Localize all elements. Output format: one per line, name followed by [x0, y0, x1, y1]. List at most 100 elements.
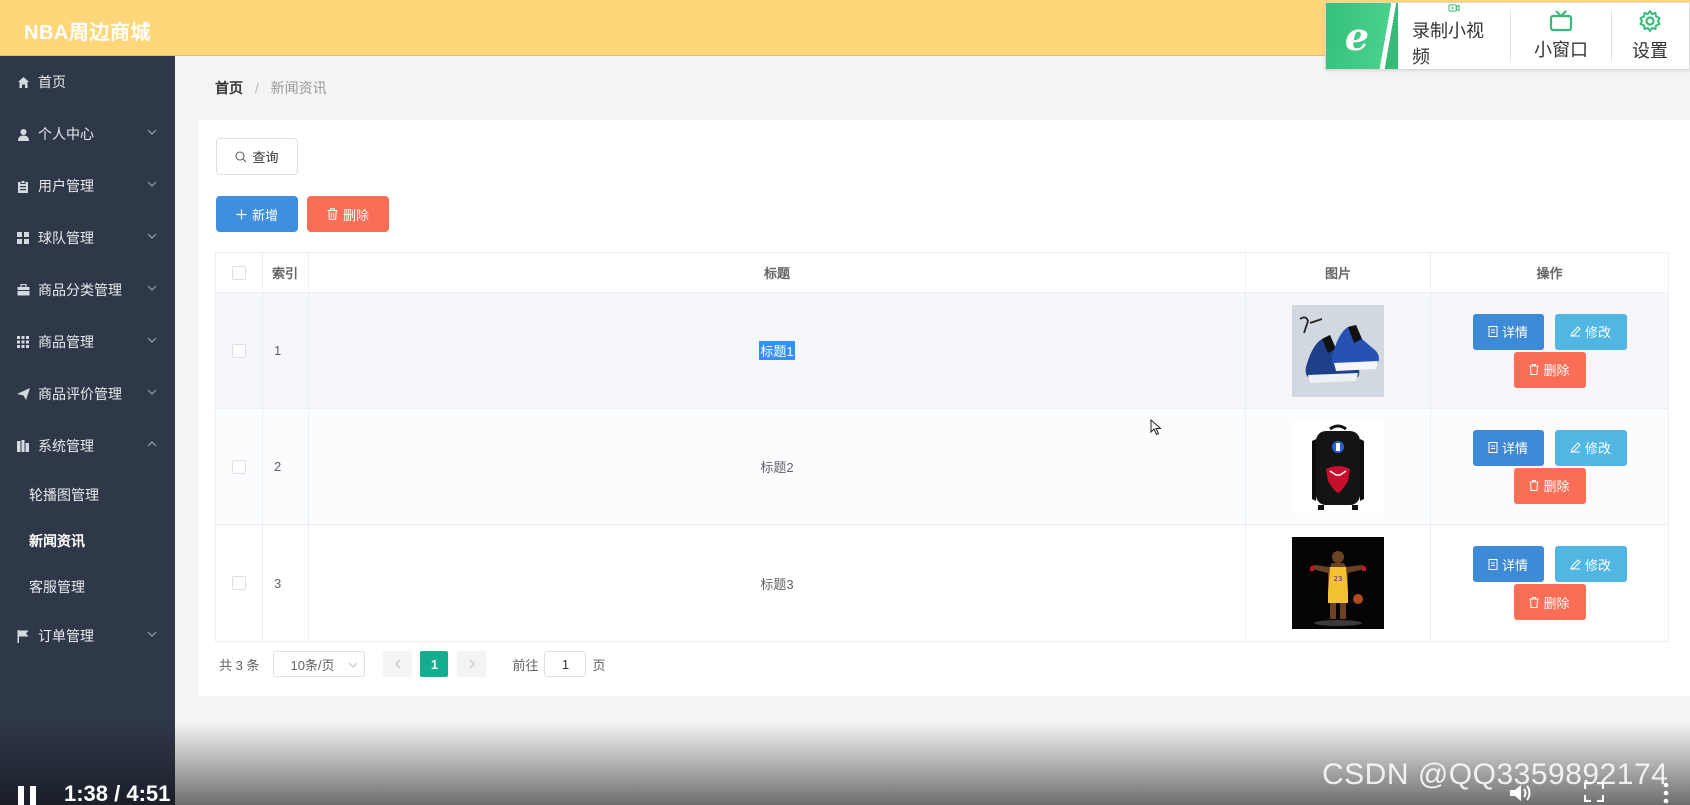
pencil-icon [1570, 558, 1581, 570]
goto-label: 前往 [512, 657, 539, 673]
page-suffix: 页 [592, 657, 606, 673]
sidebar-item-category-management[interactable]: 商品分类管理 [0, 264, 175, 316]
document-icon [1488, 326, 1498, 337]
query-label: 查询 [252, 150, 279, 165]
detail-button[interactable]: 详情 [1472, 429, 1544, 466]
header-title: 标题 [309, 253, 1246, 292]
more-options-icon[interactable] [1663, 782, 1669, 804]
settings-label: 设置 [1632, 41, 1668, 61]
row-checkbox[interactable] [232, 576, 246, 590]
record-video-button[interactable]: 录制小视频 [1398, 3, 1510, 69]
pagination: 共 3 条 10条/页 1 前往 1 页 [219, 651, 606, 677]
trash-icon [1529, 480, 1539, 491]
sidebar-item-order-management[interactable]: 订单管理 [0, 610, 175, 662]
edit-button[interactable]: 修改 [1554, 313, 1627, 350]
backpack-image[interactable] [1292, 420, 1384, 513]
table-row: 1 标题1 详情 修改 删除 [216, 293, 1668, 409]
video-time: 1:38 / 4:51 [64, 781, 171, 805]
pause-icon[interactable] [18, 786, 38, 805]
settings-button[interactable]: 设置 [1612, 3, 1688, 69]
header-image: 图片 [1246, 253, 1431, 292]
sidebar-subitem-customer-service[interactable]: 客服管理 [0, 564, 175, 610]
mini-window-button[interactable]: 小窗口 [1511, 3, 1611, 69]
edit-button[interactable]: 修改 [1554, 546, 1627, 582]
document-icon [1488, 558, 1498, 570]
breadcrumb-home[interactable]: 首页 [215, 80, 243, 96]
user-icon [16, 127, 30, 141]
send-icon [16, 387, 30, 401]
sidebar-subitem-carousel[interactable]: 轮播图管理 [0, 472, 175, 518]
delete-button[interactable]: 删除 [1513, 351, 1586, 388]
grid-icon [16, 231, 30, 245]
sidebar-item-review-management[interactable]: 商品评价管理 [0, 368, 175, 420]
gear-icon [1639, 10, 1661, 32]
pencil-icon [1570, 442, 1581, 453]
sidebar-item-system-management[interactable]: 系统管理 [0, 420, 175, 472]
sidebar-item-team-management[interactable]: 球队管理 [0, 212, 175, 264]
sneakers-image[interactable] [1292, 304, 1384, 397]
row-title-cell: 标题1 [309, 293, 1246, 408]
plus-icon [236, 209, 247, 219]
recorder-toolbar: e 录制小视频 小窗口 设置 [1325, 2, 1690, 70]
batch-delete-button[interactable]: 删除 [307, 196, 389, 232]
sidebar-item-user-management[interactable]: 用户管理 [0, 160, 175, 212]
tv-icon [1549, 10, 1573, 32]
row-image-cell: 23 [1246, 525, 1431, 641]
mini-window-label: 小窗口 [1534, 40, 1588, 60]
row-index: 2 [263, 409, 309, 524]
prev-page-button[interactable] [383, 651, 413, 677]
sidebar-item-label: 球队管理 [38, 230, 94, 246]
row-image-cell [1246, 293, 1431, 408]
sidebar-item-product-management[interactable]: 商品管理 [0, 316, 175, 368]
sidebar-item-label: 商品评价管理 [38, 386, 122, 402]
sidebar-item-label: 商品分类管理 [38, 282, 122, 298]
goto-page-input[interactable]: 1 [544, 651, 587, 677]
query-button[interactable]: 查询 [216, 138, 298, 175]
pencil-icon [1570, 326, 1581, 337]
detail-button[interactable]: 详情 [1472, 313, 1544, 350]
row-checkbox[interactable] [232, 343, 246, 358]
breadcrumb-current: 新闻资讯 [270, 80, 327, 96]
delete-label: 删除 [342, 207, 369, 223]
player-figure-image[interactable]: 23 [1292, 537, 1384, 629]
row-actions-cell: 详情 修改 删除 [1431, 525, 1668, 641]
row-check-cell [216, 409, 263, 524]
next-page-button[interactable] [457, 651, 487, 677]
delete-button[interactable]: 删除 [1513, 584, 1586, 620]
header-check-cell [216, 253, 263, 292]
page-size-select[interactable]: 10条/页 [273, 651, 366, 677]
select-all-checkbox[interactable] [232, 265, 246, 280]
fullscreen-icon[interactable] [1584, 782, 1604, 802]
sidebar: 首页 个人中心 用户管理 球队管理 商品分类管理 商品管理 商品评价管理 系统管… [0, 56, 175, 805]
news-table: 索引 标题 图片 操作 1 标题1 详情 修改 删除 2 标题2 详情 修改 删… [215, 252, 1669, 642]
chevron-down-icon [349, 662, 358, 668]
breadcrumb-separator: / [254, 80, 259, 96]
document-icon [1488, 442, 1498, 453]
trash-icon [1529, 596, 1539, 608]
sidebar-subitem-news[interactable]: 新闻资讯 [0, 518, 175, 564]
sidebar-item-label: 商品管理 [38, 334, 94, 350]
row-index: 1 [263, 293, 309, 408]
page-number-current[interactable]: 1 [420, 651, 449, 677]
edit-button[interactable]: 修改 [1554, 429, 1627, 466]
delete-button[interactable]: 删除 [1513, 467, 1586, 504]
office-icon [16, 439, 30, 453]
detail-button[interactable]: 详情 [1472, 546, 1544, 582]
browser-logo-icon[interactable]: e [1326, 3, 1398, 69]
chevron-down-icon [147, 181, 157, 187]
sidebar-item-label: 个人中心 [38, 126, 94, 142]
chevron-down-icon [147, 285, 157, 291]
sidebar-item-personal-center[interactable]: 个人中心 [0, 108, 175, 160]
row-actions-cell: 详情 修改 删除 [1431, 409, 1668, 524]
breadcrumb: 首页 / 新闻资讯 [215, 78, 327, 98]
clipboard-icon [16, 179, 30, 193]
volume-icon[interactable] [1508, 782, 1534, 804]
watermark: CSDN @QQ3359892174 [1322, 758, 1669, 791]
chevron-down-icon [147, 631, 157, 637]
chevron-down-icon [147, 129, 157, 135]
add-button[interactable]: 新增 [216, 196, 298, 232]
row-check-cell [216, 525, 263, 641]
sidebar-item-home[interactable]: 首页 [0, 56, 175, 108]
trash-icon [1529, 364, 1539, 375]
row-checkbox[interactable] [232, 459, 246, 474]
